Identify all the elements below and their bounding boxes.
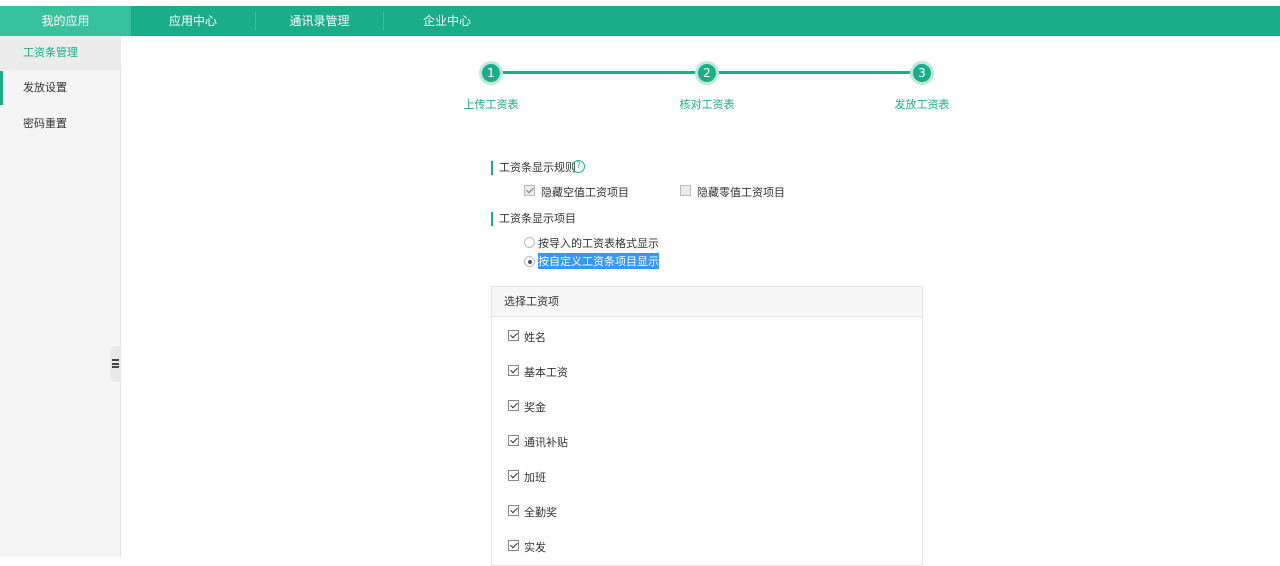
step-1-label: 上传工资表: [463, 98, 519, 111]
select-salary-items-panel: 选择工资项 姓名 基本工资 奖金 通讯补贴 加班 全勤奖 实发: [491, 286, 923, 566]
item-label-base-salary: 基本工资: [524, 366, 568, 379]
imported-format-label: 按导入的工资表格式显示: [538, 237, 659, 250]
display-items-title: 工资条显示项目: [491, 212, 576, 226]
sidebar-item-distribution-settings[interactable]: 发放设置: [0, 71, 121, 105]
panel-title: 选择工资项: [492, 287, 922, 317]
sidebar-item-password-reset[interactable]: 密码重置: [0, 107, 121, 141]
item-label-net-pay: 实发: [524, 541, 546, 554]
item-label-communication-allowance: 通讯补贴: [524, 436, 568, 449]
step-2-circle: 2: [695, 61, 719, 85]
item-label-attendance-bonus: 全勤奖: [524, 506, 557, 519]
nav-my-apps[interactable]: 我的应用: [0, 6, 131, 36]
hide-zero-values-label: 隐藏零值工资项目: [697, 186, 785, 199]
nav-app-center[interactable]: 应用中心: [131, 6, 255, 36]
item-label-name: 姓名: [524, 331, 546, 344]
sidebar-item-payslip-management[interactable]: 工资条管理: [0, 36, 121, 70]
item-checkbox-net-pay[interactable]: [508, 540, 519, 551]
custom-items-label: 按自定义工资条项目显示: [538, 253, 659, 269]
item-checkbox-name[interactable]: [508, 330, 519, 341]
step-3-label: 发放工资表: [894, 98, 950, 111]
custom-items-radio[interactable]: [524, 256, 535, 267]
nav-enterprise-center[interactable]: 企业中心: [384, 6, 510, 36]
hide-empty-values-label: 隐藏空值工资项目: [541, 186, 629, 199]
step-2-label: 核对工资表: [679, 98, 735, 111]
item-label-bonus: 奖金: [524, 401, 546, 414]
item-checkbox-attendance-bonus[interactable]: [508, 505, 519, 516]
item-checkbox-base-salary[interactable]: [508, 365, 519, 376]
display-rules-title: 工资条显示规则: [491, 161, 576, 175]
menu-icon: [112, 359, 119, 368]
sidebar-collapse-toggle[interactable]: [110, 346, 121, 382]
step-1-circle: 1: [479, 61, 503, 85]
hide-empty-values-checkbox[interactable]: [524, 185, 535, 196]
nav-contacts-management[interactable]: 通讯录管理: [256, 6, 383, 36]
sidebar: 工资条管理 发放设置 密码重置: [0, 36, 121, 557]
item-checkbox-bonus[interactable]: [508, 400, 519, 411]
item-label-overtime: 加班: [524, 471, 546, 484]
imported-format-radio[interactable]: [524, 237, 535, 248]
item-checkbox-overtime[interactable]: [508, 470, 519, 481]
hide-zero-values-checkbox[interactable]: [680, 185, 691, 196]
help-icon[interactable]: ?: [572, 160, 585, 173]
item-checkbox-communication-allowance[interactable]: [508, 435, 519, 446]
top-navigation: 我的应用 应用中心 通讯录管理 企业中心: [0, 0, 1280, 36]
step-3-circle: 3: [910, 61, 934, 85]
